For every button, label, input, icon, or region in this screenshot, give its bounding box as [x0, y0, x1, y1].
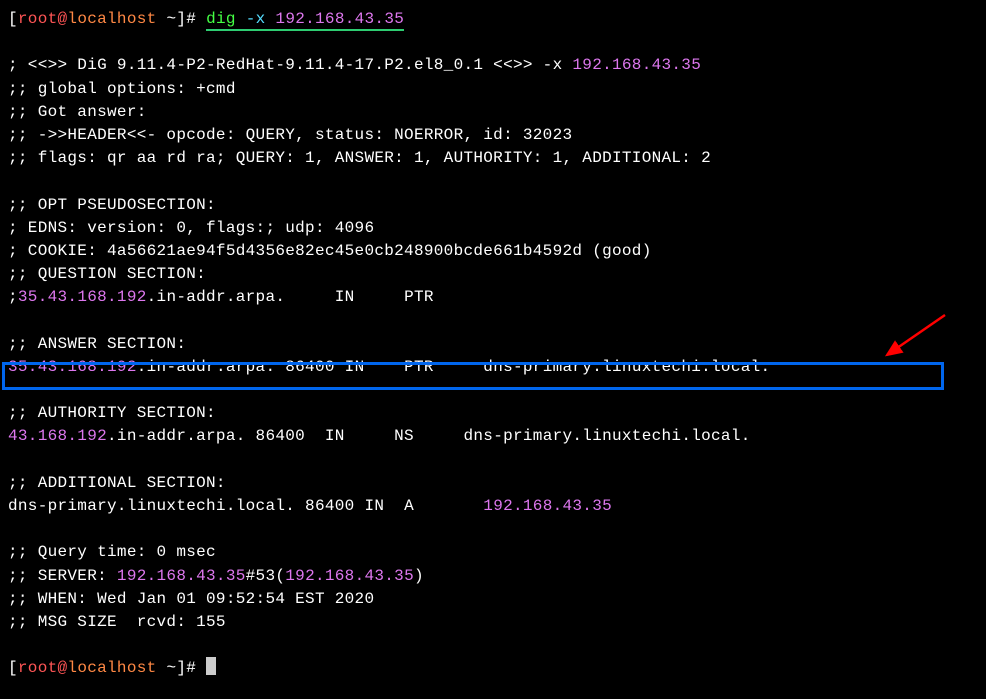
question-line: ;35.43.168.192.in-addr.arpa. IN PTR [8, 286, 978, 309]
add-rest: 86400 IN A [295, 497, 483, 515]
blank-line [8, 31, 978, 54]
cursor-icon [206, 657, 216, 675]
server-ip1: 192.168.43.35 [117, 567, 246, 585]
prompt-line-2[interactable]: [root@localhost ~]# [8, 657, 978, 680]
server-ip2: 192.168.43.35 [285, 567, 414, 585]
bracket-open: [ [8, 10, 18, 28]
blank-line [8, 518, 978, 541]
semi: ; [8, 288, 18, 306]
blank-line [8, 170, 978, 193]
answer-rest: .in-addr.arpa. 86400 IN PTR [137, 358, 484, 376]
blank-line [8, 309, 978, 332]
flags-line: ;; flags: qr aa rd ra; QUERY: 1, ANSWER:… [8, 147, 978, 170]
answer-target: dns-primary.linuxtechi.local. [483, 358, 770, 376]
tilde: ~ [157, 10, 177, 28]
host: localhost [67, 659, 156, 677]
authority-section-header: ;; AUTHORITY SECTION: [8, 402, 978, 425]
global-options-line: ;; global options: +cmd [8, 78, 978, 101]
auth-ip-rev: 43.168.192 [8, 427, 107, 445]
question-ip-rev: 35.43.168.192 [18, 288, 147, 306]
dig-version-line: ; <<>> DiG 9.11.4-P2-RedHat-9.11.4-17.P2… [8, 54, 978, 77]
msg-size-line: ;; MSG SIZE rcvd: 155 [8, 611, 978, 634]
header-line: ;; ->>HEADER<<- opcode: QUERY, status: N… [8, 124, 978, 147]
server-post: ) [414, 567, 424, 585]
bracket-open: [ [8, 659, 18, 677]
opt-pseudosection-header: ;; OPT PSEUDOSECTION: [8, 194, 978, 217]
question-rest: .in-addr.arpa. IN PTR [147, 288, 434, 306]
blank-line [8, 449, 978, 472]
tilde: ~ [157, 659, 177, 677]
question-section-header: ;; QUESTION SECTION: [8, 263, 978, 286]
blank-line [8, 634, 978, 657]
host: localhost [67, 10, 156, 28]
bracket-close: ]# [176, 10, 206, 28]
additional-line: dns-primary.linuxtechi.local. 86400 IN A… [8, 495, 978, 518]
cookie-line: ; COOKIE: 4a56621ae94f5d4356e82ec45e0cb2… [8, 240, 978, 263]
auth-target: dns-primary.linuxtechi.local. [463, 427, 750, 445]
add-ip: 192.168.43.35 [483, 497, 612, 515]
flag-x: -x [246, 10, 266, 28]
ip-arg: 192.168.43.35 [275, 10, 404, 28]
user: root [18, 10, 58, 28]
sp [236, 10, 246, 28]
at: @ [58, 659, 68, 677]
command-dig: dig [206, 10, 236, 28]
sp2 [266, 10, 276, 28]
dig-version-ip: 192.168.43.35 [572, 56, 701, 74]
authority-line: 43.168.192.in-addr.arpa. 86400 IN NS dns… [8, 425, 978, 448]
server-line: ;; SERVER: 192.168.43.35#53(192.168.43.3… [8, 565, 978, 588]
blank-line [8, 379, 978, 402]
add-name: dns-primary.linuxtechi.local. [8, 497, 295, 515]
dig-version-text: ; <<>> DiG 9.11.4-P2-RedHat-9.11.4-17.P2… [8, 56, 572, 74]
terminal-output: [root@localhost ~]# dig -x 192.168.43.35… [8, 8, 978, 680]
got-answer-line: ;; Got answer: [8, 101, 978, 124]
when-line: ;; WHEN: Wed Jan 01 09:52:54 EST 2020 [8, 588, 978, 611]
additional-section-header: ;; ADDITIONAL SECTION: [8, 472, 978, 495]
user: root [18, 659, 58, 677]
prompt-line-1[interactable]: [root@localhost ~]# dig -x 192.168.43.35 [8, 8, 978, 31]
bracket-close: ]# [176, 659, 206, 677]
server-pre: ;; SERVER: [8, 567, 117, 585]
answer-section-header: ;; ANSWER SECTION: [8, 333, 978, 356]
server-mid: #53( [246, 567, 286, 585]
auth-rest: .in-addr.arpa. 86400 IN NS [107, 427, 463, 445]
query-time-line: ;; Query time: 0 msec [8, 541, 978, 564]
answer-line: 35.43.168.192.in-addr.arpa. 86400 IN PTR… [8, 356, 978, 379]
at: @ [58, 10, 68, 28]
answer-ip-rev: 35.43.168.192 [8, 358, 137, 376]
edns-line: ; EDNS: version: 0, flags:; udp: 4096 [8, 217, 978, 240]
